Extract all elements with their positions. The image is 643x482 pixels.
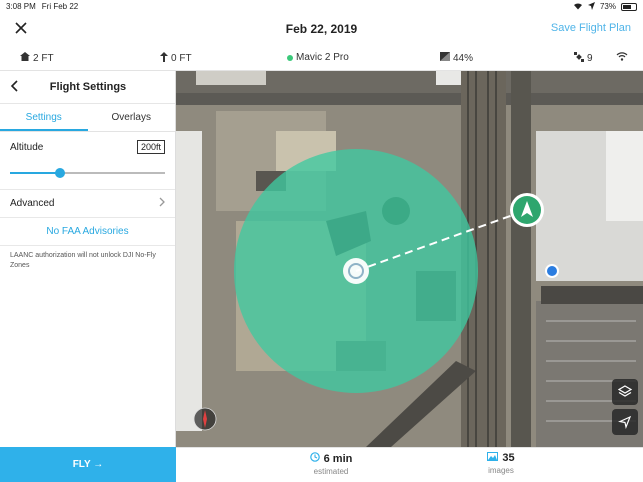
signal-wifi-icon: [616, 52, 628, 61]
home-altitude: 2 FT: [20, 52, 54, 64]
slider-fill: [10, 172, 60, 174]
clock-icon: [309, 452, 320, 465]
page-title: Feb 22, 2019: [285, 22, 358, 36]
tab-settings[interactable]: Settings: [0, 104, 88, 131]
laanc-note: LAANC authorization will not unlock DJI …: [10, 252, 156, 269]
panel-title: Flight Settings: [49, 81, 127, 93]
waypoint-center[interactable]: [343, 258, 369, 284]
flight-summary: 6 min estimated 35 images: [176, 447, 643, 482]
faa-advisories-link[interactable]: No FAA Advisories: [0, 218, 175, 246]
satellite-count: 9: [574, 52, 593, 65]
locate-button[interactable]: [612, 409, 638, 435]
arrow-up-icon: [160, 52, 168, 65]
map-canvas: [176, 71, 643, 447]
image-icon: [487, 452, 499, 464]
status-time: 3:08 PM: [6, 2, 36, 11]
panel-header: Flight Settings: [0, 71, 175, 104]
image-count: 35 images: [487, 452, 515, 475]
layers-icon: [618, 385, 632, 397]
battery-icon: [621, 2, 637, 11]
home-icon: [20, 52, 30, 64]
tab-overlays[interactable]: Overlays: [88, 104, 176, 131]
fly-button[interactable]: FLY →: [0, 447, 176, 482]
wifi-icon: [573, 2, 583, 12]
satellite-map[interactable]: [176, 71, 643, 447]
advanced-row[interactable]: Advanced: [0, 190, 175, 218]
map-layers-button[interactable]: [612, 379, 638, 405]
altitude-value[interactable]: 200ft: [136, 140, 165, 154]
compass-icon[interactable]: [193, 407, 217, 431]
title-bar: Feb 22, 2019 Save Flight Plan: [0, 13, 643, 45]
battery-percent: 73%: [599, 2, 616, 11]
advanced-label: Advanced: [10, 198, 55, 209]
estimated-time: 6 min estimated: [286, 452, 376, 476]
status-date: Fri Feb 22: [41, 2, 79, 11]
altitude-label: Altitude: [10, 142, 44, 153]
drone-battery-icon: [440, 52, 450, 64]
connection-dot-icon: [287, 54, 293, 61]
chevron-right-icon: [159, 197, 165, 210]
location-icon: [587, 1, 595, 12]
telemetry-bar: 2 FT 0 FT Mavic 2 Pro 44% 9: [0, 45, 643, 71]
drone-battery: 44%: [440, 52, 473, 64]
panel-tabs: Settings Overlays: [0, 104, 175, 132]
navigation-arrow-icon: [618, 415, 632, 429]
altitude-slider[interactable]: [10, 168, 165, 178]
altitude-row: Altitude 200ft: [0, 132, 175, 190]
satellite-icon: [574, 52, 584, 65]
slider-thumb[interactable]: [54, 168, 65, 178]
status-bar: 3:08 PM Fri Feb 22 73%: [0, 0, 643, 13]
relative-altitude: 0 FT: [160, 52, 192, 65]
drone-model: Mavic 2 Pro: [287, 52, 349, 63]
flight-settings-panel: Flight Settings Settings Overlays Altitu…: [0, 71, 176, 447]
save-flight-plan-button[interactable]: Save Flight Plan: [551, 22, 631, 34]
drone-marker-icon[interactable]: [510, 193, 544, 227]
